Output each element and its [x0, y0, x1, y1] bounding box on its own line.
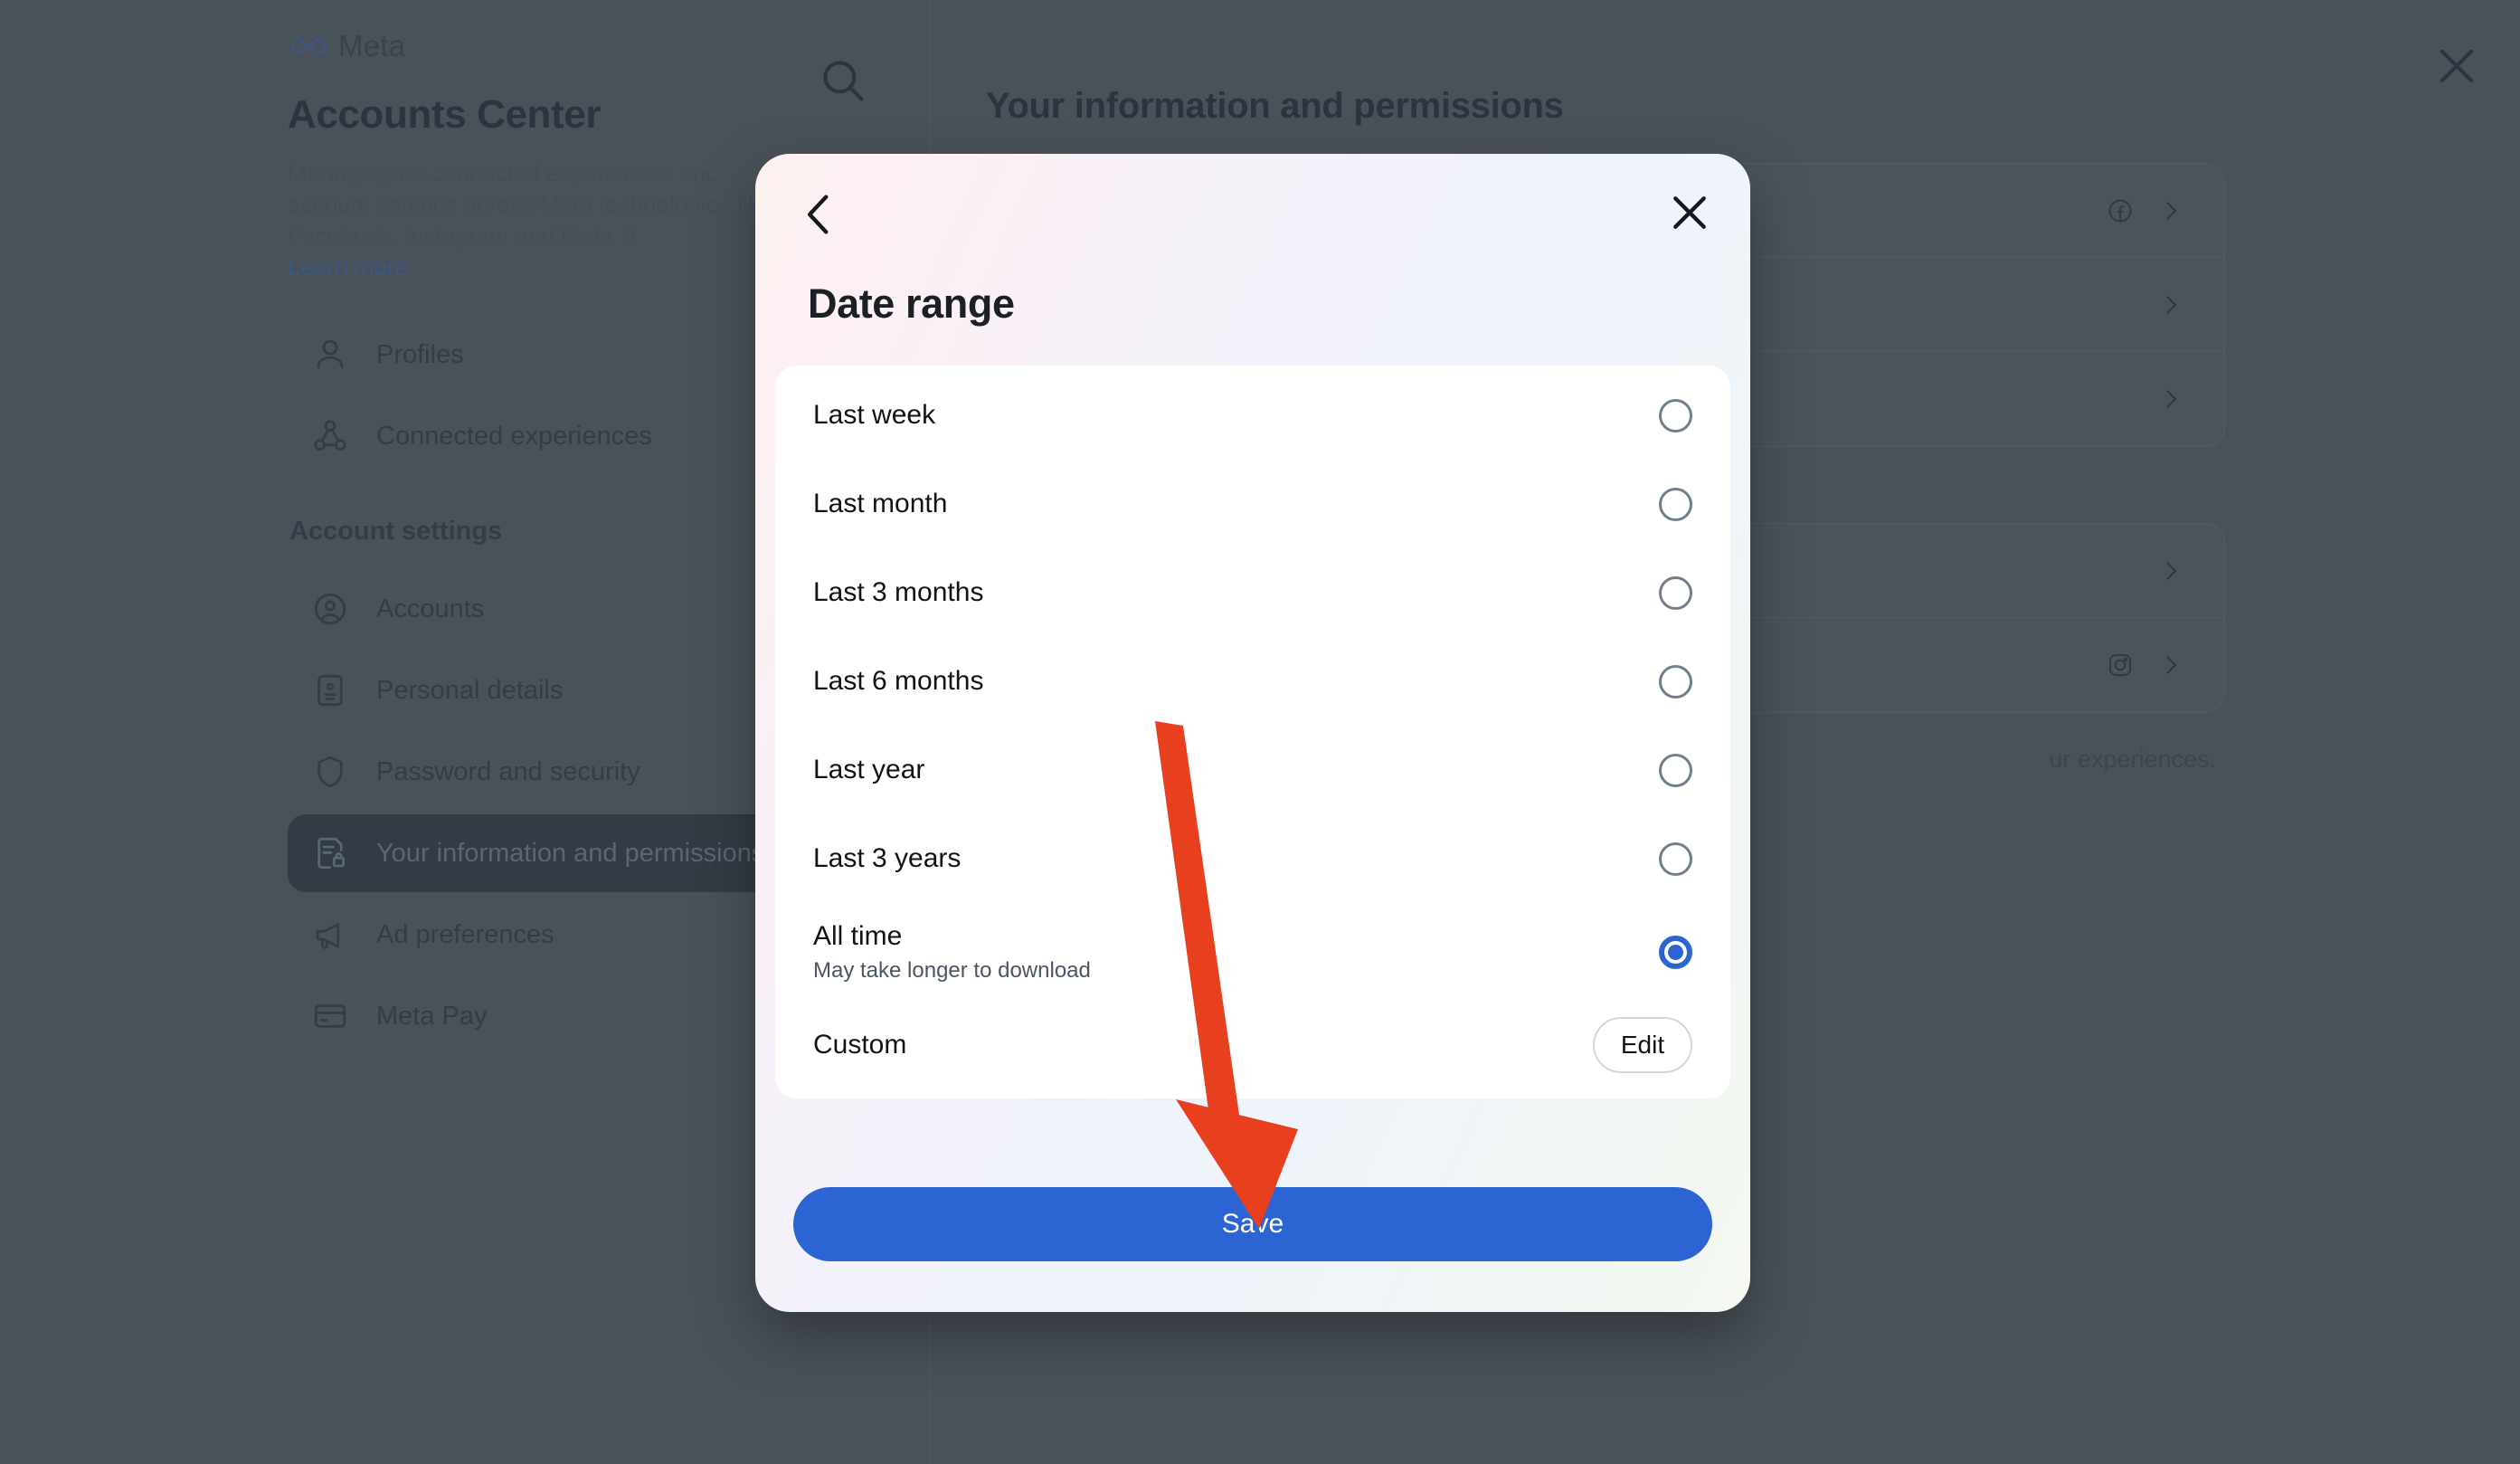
learn-more-link[interactable]: Learn more: [288, 253, 408, 281]
dialog-title: Date range: [808, 280, 1015, 327]
radio-last-3-years[interactable]: [1659, 841, 1692, 876]
sidebar-item-label: Password and security: [376, 756, 640, 786]
search-icon[interactable]: [817, 54, 869, 107]
option-label: Last 6 months: [813, 666, 984, 696]
sidebar-item-label: Your information and permissions: [376, 838, 765, 868]
dialog-topbar: [755, 154, 1750, 270]
radio-last-year[interactable]: [1659, 753, 1692, 787]
option-label: Last 3 years: [813, 843, 962, 873]
meta-wordmark: Meta: [338, 29, 406, 62]
megaphone-icon: [311, 916, 349, 954]
chevron-right-icon: [2157, 385, 2184, 413]
option-custom[interactable]: Custom Edit: [775, 1001, 1730, 1089]
option-last-6-months[interactable]: Last 6 months: [775, 637, 1730, 726]
option-last-month[interactable]: Last month: [775, 460, 1730, 548]
main-title: Your information and permissions: [986, 86, 1564, 126]
account-circle-icon: [311, 590, 349, 628]
sidebar-item-label: Accounts: [376, 594, 485, 623]
instagram-icon: [2107, 651, 2134, 679]
option-label: Last 3 months: [813, 577, 984, 607]
shield-icon: [311, 753, 349, 791]
chevron-left-icon[interactable]: [793, 188, 846, 241]
close-icon[interactable]: [2431, 41, 2482, 91]
id-card-icon: [311, 671, 349, 709]
sidebar-item-label: Connected experiences: [376, 421, 652, 451]
chevron-right-icon: [2157, 291, 2184, 318]
close-icon[interactable]: [1663, 186, 1716, 239]
option-label: Last year: [813, 755, 925, 784]
option-last-3-years[interactable]: Last 3 years: [775, 814, 1730, 903]
credit-card-icon: [311, 997, 349, 1035]
date-range-option-list: Last week Last month Last 3 months Last …: [775, 366, 1730, 1098]
option-sublabel: May take longer to download: [813, 957, 1091, 983]
meta-infinity-icon: [289, 34, 327, 58]
option-label: Last month: [813, 489, 948, 518]
option-label: All time: [813, 920, 903, 951]
sidebar-item-label: Ad preferences: [376, 919, 554, 949]
save-button[interactable]: Save: [793, 1187, 1712, 1261]
radio-last-3-months[interactable]: [1659, 575, 1692, 610]
option-all-time[interactable]: All time May take longer to download: [775, 903, 1730, 1001]
option-last-year[interactable]: Last year: [775, 726, 1730, 814]
chevron-right-icon: [2157, 557, 2184, 585]
option-last-week[interactable]: Last week: [775, 371, 1730, 460]
sidebar-item-label: Personal details: [376, 675, 564, 705]
radio-last-6-months[interactable]: [1659, 664, 1692, 699]
page-description: Manage your connected experiences and ac…: [288, 159, 773, 250]
chevron-right-icon: [2157, 197, 2184, 224]
radio-all-time[interactable]: [1659, 935, 1692, 969]
person-icon: [311, 336, 349, 374]
chevron-right-icon: [2157, 651, 2184, 679]
radio-last-week[interactable]: [1659, 398, 1692, 433]
document-lock-icon: [311, 834, 349, 872]
connected-nodes-icon: [311, 417, 349, 455]
option-last-3-months[interactable]: Last 3 months: [775, 548, 1730, 637]
option-label: Custom: [813, 1030, 907, 1060]
facebook-icon: [2107, 197, 2134, 224]
sidebar-item-label: Meta Pay: [376, 1001, 488, 1031]
edit-custom-range-button[interactable]: Edit: [1593, 1017, 1692, 1073]
option-label: Last week: [813, 400, 936, 430]
radio-last-month[interactable]: [1659, 487, 1692, 521]
sidebar-item-label: Profiles: [376, 339, 464, 369]
date-range-dialog: Date range Last week Last month Last 3 m…: [755, 154, 1750, 1312]
